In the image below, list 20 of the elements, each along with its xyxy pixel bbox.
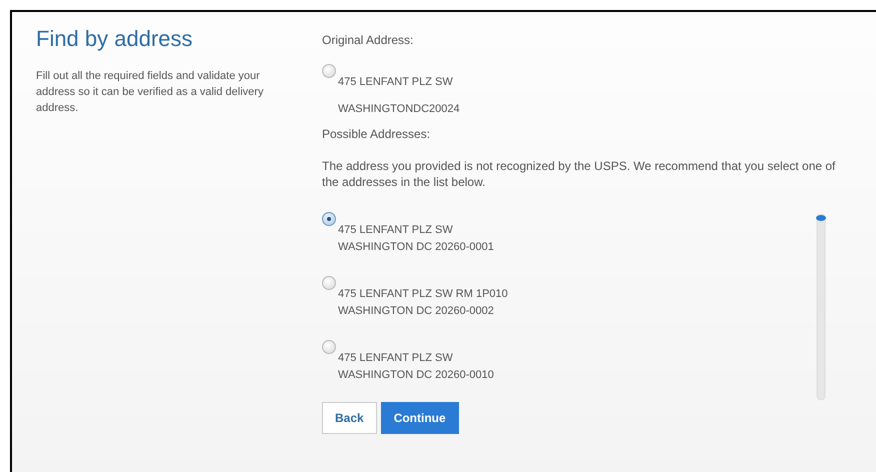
radio-button[interactable] (322, 276, 336, 290)
address-line: WASHINGTON DC 20260-0002 (338, 304, 495, 319)
page-title: Find by address (36, 26, 194, 52)
message-text: The address you provided is not recognized by the USPS. We recommend that you select one of the addresses in the list below. (322, 158, 836, 190)
address-line: WASHINGTONDC20024 (338, 102, 460, 117)
address-line: 475 LENFANT PLZ SW (338, 223, 454, 238)
radio-button[interactable] (322, 212, 336, 226)
section-heading: Original Address: (322, 32, 414, 48)
address-line: 475 LENFANT PLZ SW (338, 75, 454, 90)
scrollbar[interactable] (816, 214, 826, 400)
instructions-text: Fill out all the required fields and validate your address so it can be verified as a valid delivery address. (36, 69, 264, 116)
radio-button[interactable] (322, 340, 336, 354)
address-line: WASHINGTON DC 20260-0010 (338, 368, 494, 383)
address-line: WASHINGTON DC 20260-0001 (338, 240, 494, 255)
section-heading: Possible Addresses: (322, 126, 432, 142)
address-line: 475 LENFANT PLZ SW (338, 351, 454, 366)
address-line: 475 LENFANT PLZ SW RM 1P010 (338, 287, 508, 302)
back-button[interactable]: Back (322, 402, 377, 434)
radio-button[interactable] (322, 64, 336, 78)
continue-button[interactable]: Continue (380, 402, 459, 434)
